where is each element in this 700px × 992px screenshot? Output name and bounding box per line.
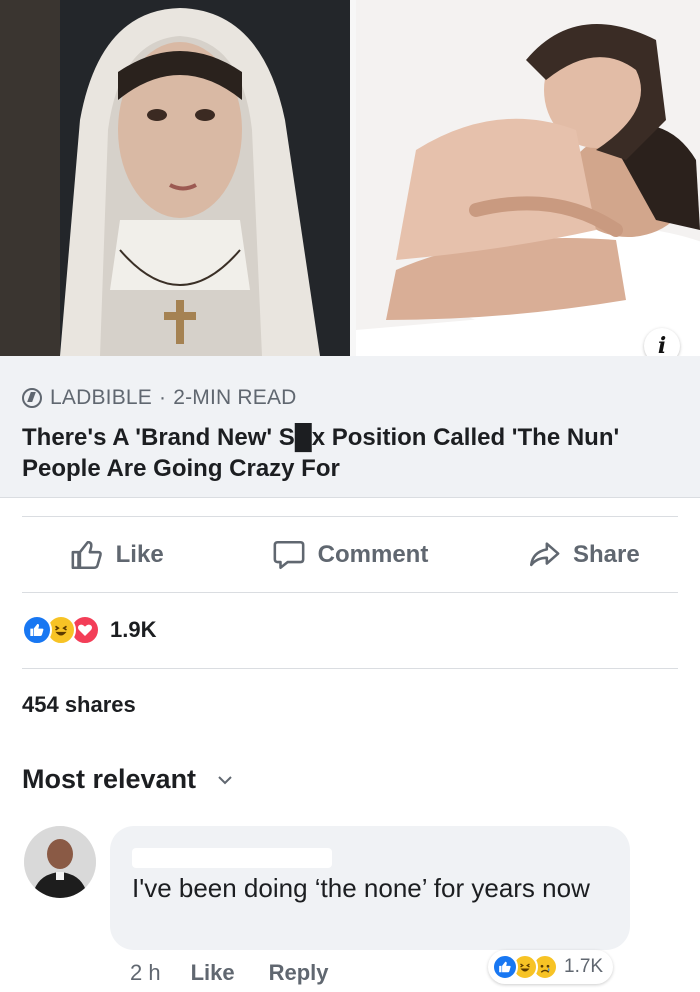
post-media[interactable]: i bbox=[0, 0, 700, 364]
like-icon bbox=[22, 615, 52, 645]
share-label: Share bbox=[572, 541, 640, 568]
read-time: 2-MIN READ bbox=[173, 386, 297, 409]
comment-reactions-count: 1.7K bbox=[564, 956, 604, 977]
link-headline[interactable]: There's A 'Brand New' S█x Position Calle… bbox=[22, 422, 678, 484]
comment-like-button[interactable]: Like bbox=[191, 960, 235, 986]
couple-photo[interactable] bbox=[356, 0, 700, 356]
nun-photo[interactable] bbox=[0, 0, 350, 356]
like-icon bbox=[492, 954, 518, 980]
comments-filter-label: Most relevant bbox=[22, 764, 197, 794]
post-action-bar: Like Comment Share bbox=[0, 520, 700, 590]
share-button[interactable]: Share bbox=[467, 538, 700, 572]
comment-timestamp[interactable]: 2 h bbox=[130, 960, 161, 986]
avatar[interactable] bbox=[24, 826, 96, 898]
like-label: Like bbox=[115, 541, 164, 568]
redacted-commenter-name bbox=[132, 848, 332, 868]
divider bbox=[22, 668, 678, 669]
link-source-row: LADBIBLE · 2-MIN READ bbox=[22, 386, 678, 410]
comment-reply-button[interactable]: Reply bbox=[269, 960, 329, 986]
divider bbox=[22, 516, 678, 517]
shares-count[interactable]: 454 shares bbox=[22, 692, 136, 718]
share-arrow-icon bbox=[529, 542, 560, 567]
thumbs-up-icon bbox=[71, 540, 102, 570]
source-name: LADBIBLE bbox=[50, 386, 152, 409]
comment-button[interactable]: Comment bbox=[233, 538, 466, 572]
chevron-down-icon bbox=[218, 775, 232, 784]
reactions-summary[interactable]: 1.9K bbox=[22, 612, 156, 648]
comment-meta: 2 h Like Reply bbox=[130, 960, 363, 986]
comment-icon bbox=[273, 540, 305, 570]
like-button[interactable]: Like bbox=[0, 538, 233, 572]
comment-label: Comment bbox=[317, 541, 429, 568]
link-preview[interactable]: LADBIBLE · 2-MIN READ There's A 'Brand N… bbox=[0, 356, 700, 498]
comment-bubble[interactable]: I've been doing ‘the none’ for years now bbox=[110, 826, 630, 950]
instant-article-icon bbox=[22, 388, 42, 408]
comment-reactions[interactable]: 1.7K bbox=[488, 950, 614, 984]
comments-filter-dropdown[interactable]: Most relevant bbox=[22, 764, 232, 795]
divider bbox=[22, 592, 678, 593]
comment-text: I've been doing ‘the none’ for years now bbox=[132, 873, 590, 903]
reactions-count: 1.9K bbox=[110, 617, 157, 642]
source-separator: · bbox=[159, 386, 167, 409]
